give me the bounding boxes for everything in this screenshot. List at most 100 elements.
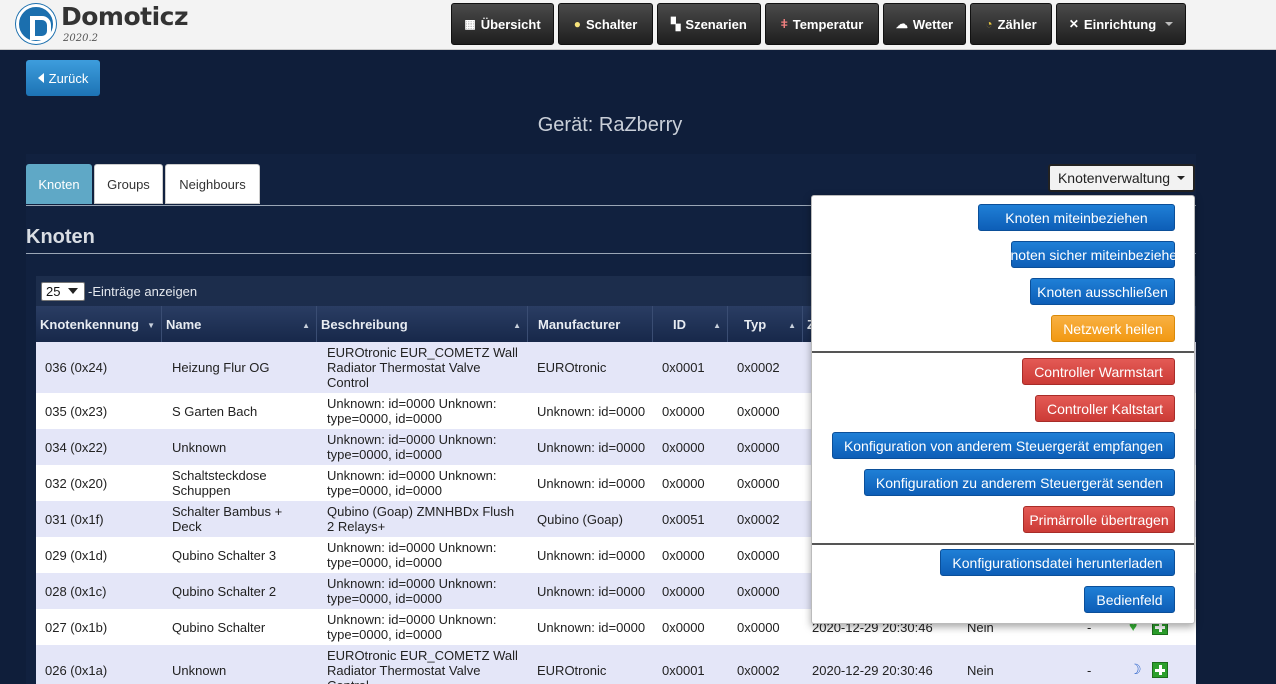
weather-icon: ☁ bbox=[895, 17, 908, 31]
cell-dash: - bbox=[1087, 662, 1092, 678]
col-header-label: Knotenkennung bbox=[40, 316, 139, 332]
add-icon[interactable] bbox=[1152, 662, 1168, 678]
cell-name: Heizung Flur OG bbox=[172, 360, 270, 375]
cell-type: 0x0000 bbox=[737, 547, 780, 563]
cell-id: 0x0000 bbox=[662, 475, 705, 491]
nav-label: Einrichtung bbox=[1083, 16, 1157, 32]
cell-id: 0x0051 bbox=[662, 511, 705, 527]
menu-divider bbox=[812, 543, 1194, 545]
col-header-label: ID bbox=[673, 316, 686, 332]
receive-config-button[interactable]: Konfiguration von anderem Steuergerät em… bbox=[832, 432, 1175, 459]
col-header-name[interactable]: Name ▲ bbox=[162, 306, 317, 342]
table-row[interactable]: 026 (0x1a) Unknown EUROtronic EUR_COMETZ W… bbox=[36, 645, 1196, 684]
col-header-label: Beschreibung bbox=[321, 316, 408, 332]
cell-manufacturer: Unknown: id=0000 bbox=[537, 583, 646, 599]
page-title: Gerät: RaZberry bbox=[537, 114, 683, 136]
cell-manufacturer: Unknown: id=0000 bbox=[537, 547, 646, 563]
cell-name: Qubino Schalter 3 bbox=[172, 547, 277, 563]
node-management-menu: Knoten miteinbeziehen Knoten sicher mitei… bbox=[811, 195, 1195, 624]
lightbulb-icon: ● bbox=[573, 17, 581, 31]
cell-type: 0x0002 bbox=[737, 360, 780, 375]
chevron-down-icon bbox=[1177, 176, 1186, 180]
tab-knoten[interactable]: Knoten bbox=[26, 164, 92, 204]
nav-szenarien[interactable]: ▚ Szenarien bbox=[657, 3, 761, 45]
page-length-label: -Einträge anzeigen bbox=[88, 283, 198, 299]
page-length-value: 25 bbox=[46, 283, 61, 299]
col-header-node[interactable]: Knotenkennung ▼ bbox=[36, 306, 162, 342]
cell-description: Qubino (Goap) ZMNHBDx Flush 2 Relays+ bbox=[327, 504, 515, 534]
moon-icon: ☽ bbox=[1129, 661, 1142, 677]
col-header-description[interactable]: Beschreibung ▲ bbox=[317, 306, 528, 342]
cell-node: 036 (0x24) bbox=[45, 360, 108, 375]
tab-groups[interactable]: Groups bbox=[94, 164, 163, 204]
cell-name: Qubino Schalter bbox=[172, 619, 266, 635]
back-button[interactable]: Zurück bbox=[26, 60, 100, 96]
cell-id: 0x0000 bbox=[662, 547, 705, 563]
controller-hard-reset-button[interactable]: Controller Kaltstart bbox=[1035, 395, 1175, 422]
nav-zaehler[interactable]: ◔ Zähler bbox=[970, 3, 1052, 45]
back-label: Zurück bbox=[48, 70, 89, 86]
nav-wetter[interactable]: ☁ Wetter bbox=[883, 3, 966, 45]
cell-type: 0x0000 bbox=[737, 619, 780, 635]
cell-description: EUROtronic EUR_COMETZ Wall Radiator Ther… bbox=[327, 345, 518, 390]
col-header-manufacturer[interactable]: Manufacturer bbox=[528, 306, 653, 342]
cell-manufacturer: Unknown: id=0000 bbox=[537, 439, 646, 455]
download-config-button[interactable]: Konfigurationsdatei herunterladen bbox=[940, 549, 1175, 576]
domoticz-logo-icon[interactable] bbox=[16, 4, 56, 44]
scenes-icon: ▚ bbox=[671, 17, 681, 31]
transfer-primary-role-button[interactable]: Primärrolle übertragen bbox=[1023, 506, 1175, 533]
send-config-button[interactable]: Konfiguration zu anderem Steuergerät sen… bbox=[864, 469, 1175, 496]
cell-node: 026 (0x1a) bbox=[45, 662, 108, 678]
include-node-button[interactable]: Knoten miteinbeziehen bbox=[978, 204, 1175, 231]
include-secure-button[interactable]: Knoten sicher miteinbeziehen bbox=[1001, 241, 1185, 268]
nav-schalter[interactable]: ● Schalter bbox=[558, 3, 653, 45]
cell-name: Schalter Bambus + Deck bbox=[172, 504, 283, 534]
cell-node: 034 (0x22) bbox=[45, 439, 108, 455]
control-panel-button[interactable]: Bedienfeld bbox=[1084, 586, 1175, 613]
col-header-type[interactable]: Typ ▲ bbox=[728, 306, 803, 342]
cell-node: 032 (0x20) bbox=[45, 475, 108, 491]
nav-label: Wetter bbox=[912, 16, 954, 32]
exclude-node-button[interactable]: Knoten ausschließen bbox=[1030, 278, 1175, 305]
cell-node: 031 (0x1f) bbox=[45, 511, 104, 527]
cell-id: 0x0001 bbox=[662, 360, 705, 375]
node-management-label: Knotenverwaltung bbox=[1057, 170, 1171, 186]
cell-manufacturer: Unknown: id=0000 bbox=[537, 403, 646, 419]
nav-uebersicht[interactable]: ▦ Übersicht bbox=[451, 3, 554, 45]
cell-manufacturer: EUROtronic bbox=[537, 360, 607, 375]
brand-name[interactable]: Domoticz bbox=[61, 2, 189, 31]
cell-manufacturer: Unknown: id=0000 bbox=[537, 475, 646, 491]
section-title: Knoten bbox=[26, 226, 95, 248]
sort-icon: ▲ bbox=[302, 321, 310, 330]
cell-node: 027 (0x1b) bbox=[45, 619, 108, 635]
meter-icon: ◔ bbox=[985, 17, 993, 31]
sort-desc-icon: ▼ bbox=[147, 321, 155, 330]
nav-temperatur[interactable]: ǂ Temperatur bbox=[765, 3, 879, 45]
cell-description: Unknown: id=0000 Unknown: type=0000, id=… bbox=[327, 612, 497, 642]
dashboard-icon: ▦ bbox=[464, 17, 476, 31]
cell-description: Unknown: id=0000 Unknown: type=0000, id=… bbox=[327, 468, 497, 498]
page-length-select[interactable]: 25 bbox=[41, 281, 85, 301]
cell-type: 0x0002 bbox=[737, 511, 780, 527]
tab-neighbours[interactable]: Neighbours bbox=[165, 164, 260, 204]
menu-divider bbox=[812, 351, 1194, 353]
nav-label: Zähler bbox=[997, 16, 1037, 32]
cell-last-update: 2020-12-29 20:30:46 bbox=[812, 662, 933, 678]
controller-soft-reset-button[interactable]: Controller Warmstart bbox=[1022, 358, 1175, 385]
nav-einrichtung[interactable]: ✕ Einrichtung bbox=[1056, 3, 1186, 45]
cell-id: 0x0000 bbox=[662, 439, 705, 455]
col-header-id[interactable]: ID ▲ bbox=[653, 306, 728, 342]
nav-label: Schalter bbox=[585, 16, 638, 32]
thermometer-icon: ǂ bbox=[780, 17, 788, 31]
chevron-down-icon bbox=[1165, 22, 1174, 26]
sort-icon: ▲ bbox=[513, 321, 521, 330]
cell-type: 0x0000 bbox=[737, 583, 780, 599]
cell-name: Schaltsteckdose Schuppen bbox=[172, 468, 267, 498]
heal-network-button[interactable]: Netzwerk heilen bbox=[1051, 315, 1175, 342]
sort-icon: ▲ bbox=[788, 321, 796, 330]
cell-security: Nein bbox=[967, 662, 994, 678]
cell-description: Unknown: id=0000 Unknown: type=0000, id=… bbox=[327, 432, 497, 462]
node-management-dropdown[interactable]: Knotenverwaltung bbox=[1048, 164, 1195, 192]
chevron-down-icon bbox=[68, 288, 79, 294]
cell-id: 0x0000 bbox=[662, 619, 705, 635]
